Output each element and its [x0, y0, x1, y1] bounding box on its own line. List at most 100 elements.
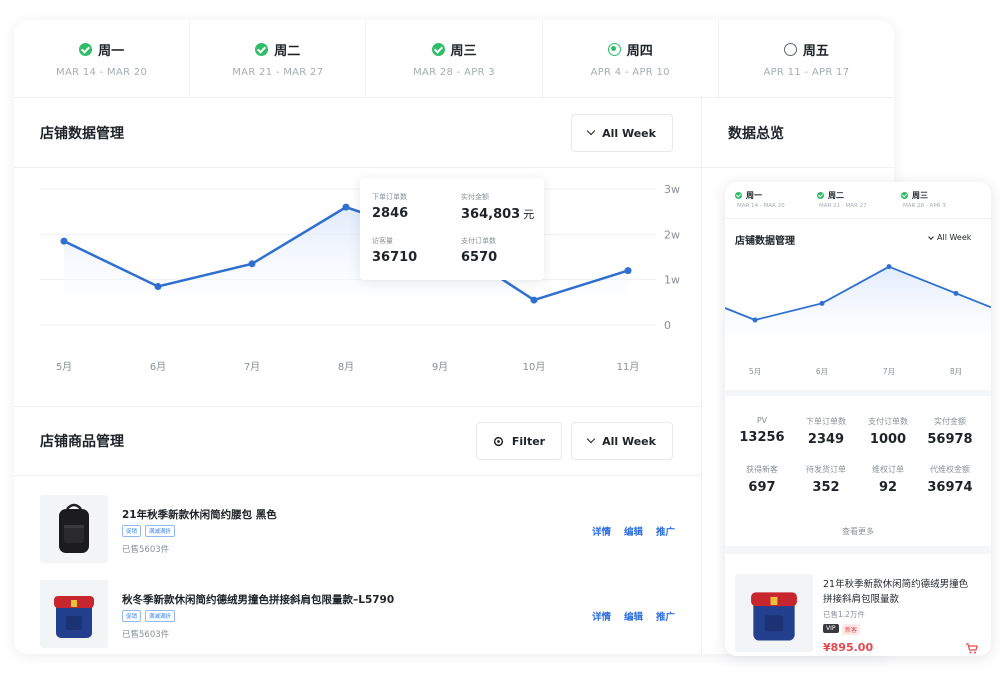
mobile-product-name-1: 21年秋季新款休闲简约德绒男撞色	[823, 579, 969, 590]
stat-key: 获得新客	[746, 465, 778, 474]
edit-link[interactable]: 编辑	[624, 524, 643, 538]
data-point[interactable]	[342, 203, 350, 211]
x-tick-label: 7月	[244, 361, 260, 373]
week-tab-3[interactable]: 周三 MAR 28 - APR 3	[366, 20, 543, 97]
data-point[interactable]	[60, 237, 68, 245]
product-tag: 促销	[122, 525, 142, 537]
mobile-header-card: 周一 MAR 14 - MAR 20 周二 MAR 21 - MAR 27 周三…	[725, 182, 991, 390]
week-label: 周四	[626, 43, 653, 59]
stat-item: 待发货订单 352	[793, 464, 859, 495]
mobile-week-tab-3[interactable]: 周三 MAR 28 - APR 3	[901, 190, 946, 209]
x-tick-label: 6月	[816, 367, 828, 376]
mobile-week-tab-1[interactable]: 周一 MAR 14 - MAR 20	[735, 190, 785, 209]
x-tick-label: 10月	[523, 361, 546, 373]
week-range: MAR 21 - MAR 27	[819, 203, 867, 209]
vip-badge: VIP	[823, 624, 839, 633]
products-title: 店铺商品管理	[40, 434, 124, 450]
data-point[interactable]	[530, 296, 538, 304]
product-row: 秋冬季新款休闲简约德绒男撞色拼接斜肩包限量款–L5790 促销 满减满折 已售5…	[40, 580, 680, 648]
week-label: 周一	[746, 191, 762, 200]
week-filter-dropdown[interactable]: All Week	[571, 114, 673, 152]
product-actions: 详情 编辑 推广	[592, 609, 675, 623]
y-tick-label: 0	[664, 319, 671, 332]
data-point[interactable]	[752, 317, 758, 323]
data-point[interactable]	[953, 290, 959, 296]
stat-key: 支付订单数	[868, 417, 908, 426]
mobile-product-card: 21年秋季新款休闲简约德绒男撞色 拼接斜肩包限量款 已售1.2万件 VIP 新客…	[725, 554, 991, 656]
x-tick-label: 9月	[432, 361, 448, 373]
mobile-product-sold: 已售1.2万件	[823, 610, 865, 619]
x-tick-label: 5月	[749, 367, 761, 376]
line-area	[725, 266, 991, 360]
tooltip-unit: 元	[523, 208, 535, 221]
stat-value: 92	[878, 480, 898, 495]
stat-value: 352	[812, 480, 840, 495]
week-label: 周一	[98, 43, 125, 59]
line-chart: 0 1w 2w 3w 5月 6月 7月 8月 9月 10月 11月	[40, 183, 680, 373]
tooltip-key: 实付金额	[461, 193, 489, 201]
product-row: 21年秋季新款休闲简约腰包 黑色 促销 满减满折 已售5603件 详情 编辑 推…	[40, 495, 680, 563]
data-point[interactable]	[886, 264, 892, 270]
product-tag: 促销	[122, 610, 142, 622]
edit-link[interactable]: 编辑	[624, 609, 643, 623]
promote-link[interactable]: 推广	[656, 609, 675, 623]
data-point[interactable]	[624, 267, 632, 275]
promote-link[interactable]: 推广	[656, 524, 675, 538]
mobile-preview: 周一 MAR 14 - MAR 20 周二 MAR 21 - MAR 27 周三…	[725, 182, 991, 656]
view-more-link[interactable]: 查看更多	[725, 526, 991, 537]
mobile-week-tab-2[interactable]: 周二 MAR 21 - MAR 27	[817, 190, 867, 209]
stat-item: 下单订单数 2349	[793, 416, 859, 447]
week-tab-5[interactable]: 周五 APR 11 - APR 17	[719, 20, 894, 97]
week-tab-2[interactable]: 周二 MAR 21 - MAR 27	[190, 20, 367, 97]
stat-key: 维权订单	[872, 465, 904, 474]
stat-value: 1000	[869, 432, 907, 447]
stat-item: 获得新客 697	[729, 464, 795, 495]
stat-value: 13256	[739, 430, 785, 445]
x-tick-label: 6月	[150, 361, 166, 373]
chevron-down-icon	[586, 126, 596, 136]
stat-key: 实付金额	[934, 417, 966, 426]
overview-title: 数据总览	[728, 125, 784, 142]
stat-value: 56978	[927, 432, 973, 447]
mobile-store-title: 店铺数据管理	[735, 236, 795, 247]
week-filter-label: All Week	[602, 126, 656, 140]
column-divider	[701, 98, 702, 654]
mobile-stats-card: PV 13256 下单订单数 2349 支付订单数 1000 实付金额 56978 获得…	[725, 396, 991, 546]
product-image-black-backpack	[40, 495, 108, 563]
details-link[interactable]: 详情	[592, 609, 611, 623]
filter-button[interactable]: Filter	[476, 422, 562, 460]
week-tab-4[interactable]: 周四 APR 4 - APR 10	[543, 20, 719, 97]
data-point[interactable]	[154, 282, 162, 290]
week-range: APR 11 - APR 17	[763, 66, 850, 78]
tooltip-key: 支付订单数	[461, 237, 496, 245]
mobile-product-name-2: 拼接斜肩包限量款	[823, 594, 900, 605]
cart-icon[interactable]	[965, 643, 978, 654]
mobile-line-chart: 5月 6月 7月 8月	[725, 264, 991, 376]
period-dropdown[interactable]: All Week	[571, 422, 673, 460]
check-circle-icon	[901, 192, 908, 199]
week-range: APR 4 - APR 10	[590, 66, 670, 78]
data-point[interactable]	[819, 300, 825, 306]
check-circle-icon	[79, 42, 93, 56]
tooltip-key: 访客量	[372, 237, 393, 245]
mobile-week-filter[interactable]: All Week	[928, 233, 971, 242]
mobile-product-price: ¥895.00	[823, 641, 874, 654]
week-label: 周三	[450, 43, 477, 59]
stat-key: 代维权金额	[930, 465, 970, 474]
chevron-down-icon	[928, 233, 934, 240]
week-tab-1[interactable]: 周一 MAR 14 - MAR 20	[14, 20, 191, 97]
y-tick-label: 1w	[664, 274, 680, 287]
radio-selected-icon	[607, 42, 621, 56]
data-point[interactable]	[248, 260, 256, 268]
y-tick-label: 2w	[664, 228, 680, 241]
week-label: 周五	[802, 43, 829, 59]
stat-value: 36974	[927, 480, 973, 495]
product-image-red-blue-backpack	[735, 574, 813, 652]
stat-item: 支付订单数 1000	[855, 416, 921, 447]
x-tick-label: 8月	[338, 361, 354, 373]
product-image-red-blue-backpack	[40, 580, 108, 648]
radio-empty-icon	[783, 42, 797, 56]
week-label: 周二	[828, 191, 844, 200]
stat-item: PV 13256	[729, 416, 795, 445]
details-link[interactable]: 详情	[592, 524, 611, 538]
